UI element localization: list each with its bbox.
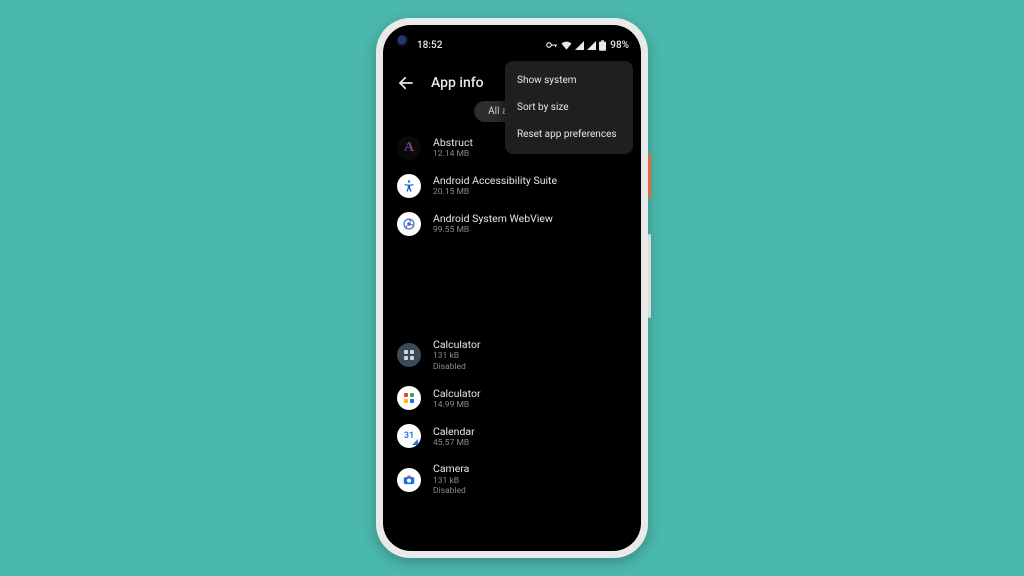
app-name: Android System WebView (433, 212, 553, 225)
menu-item-reset-prefs[interactable]: Reset app preferences (505, 121, 633, 148)
app-size: 14.99 MB (433, 400, 481, 411)
app-size: 20.15 MB (433, 187, 557, 198)
app-row-webview[interactable]: Android System WebView 99.55 MB (383, 205, 641, 243)
battery-icon (599, 40, 606, 51)
app-row-camera[interactable]: Camera 131 kB Disabled (383, 455, 641, 503)
vpn-key-icon (546, 41, 558, 49)
status-bar: 18:52 98% (383, 25, 641, 57)
app-row-accessibility[interactable]: Android Accessibility Suite 20.15 MB (383, 167, 641, 205)
app-name: Calculator (433, 387, 481, 400)
app-icon-camera (397, 468, 421, 492)
volume-button (648, 234, 651, 318)
app-icon-calculator-2 (397, 386, 421, 410)
signal-icon (575, 41, 584, 50)
app-size: 45.57 MB (433, 438, 475, 449)
page-title: App info (431, 75, 484, 91)
app-row-calculator-disabled[interactable]: Calculator 131 kB Disabled (383, 331, 641, 379)
phone-shell: 18:52 98% App info All apps Show syst (376, 18, 648, 558)
list-gap (383, 243, 641, 331)
app-name: Camera (433, 462, 469, 475)
menu-item-sort-by-size[interactable]: Sort by size (505, 94, 633, 121)
app-size: 131 kB (433, 476, 469, 487)
app-name: Abstruct (433, 136, 473, 149)
app-name: Android Accessibility Suite (433, 174, 557, 187)
app-row-calculator[interactable]: Calculator 14.99 MB (383, 379, 641, 417)
app-status: Disabled (433, 486, 469, 497)
screen: 18:52 98% App info All apps Show syst (383, 25, 641, 551)
back-button[interactable] (395, 72, 417, 94)
app-icon-webview (397, 212, 421, 236)
battery-percent: 98% (610, 40, 629, 51)
app-icon-calendar: 31 (397, 424, 421, 448)
status-icons: 98% (546, 40, 629, 51)
app-size: 12.14 MB (433, 149, 473, 160)
app-name: Calculator (433, 338, 481, 351)
app-row-calendar[interactable]: 31 Calendar 45.57 MB (383, 417, 641, 455)
app-size: 131 kB (433, 351, 481, 362)
app-size: 99.55 MB (433, 225, 553, 236)
app-icon-accessibility (397, 174, 421, 198)
wifi-icon (561, 41, 572, 50)
arrow-left-icon (397, 74, 415, 92)
app-icon-calculator (397, 343, 421, 367)
menu-item-show-system[interactable]: Show system (505, 67, 633, 94)
app-status: Disabled (433, 362, 481, 373)
app-name: Calendar (433, 425, 475, 438)
status-time: 18:52 (417, 40, 442, 51)
power-button (648, 154, 651, 198)
app-icon-abstruct: A (397, 136, 421, 160)
app-list[interactable]: A Abstruct 12.14 MB Android Accessibilit… (383, 129, 641, 551)
overflow-menu: Show system Sort by size Reset app prefe… (505, 61, 633, 154)
signal-icon-2 (587, 41, 596, 50)
